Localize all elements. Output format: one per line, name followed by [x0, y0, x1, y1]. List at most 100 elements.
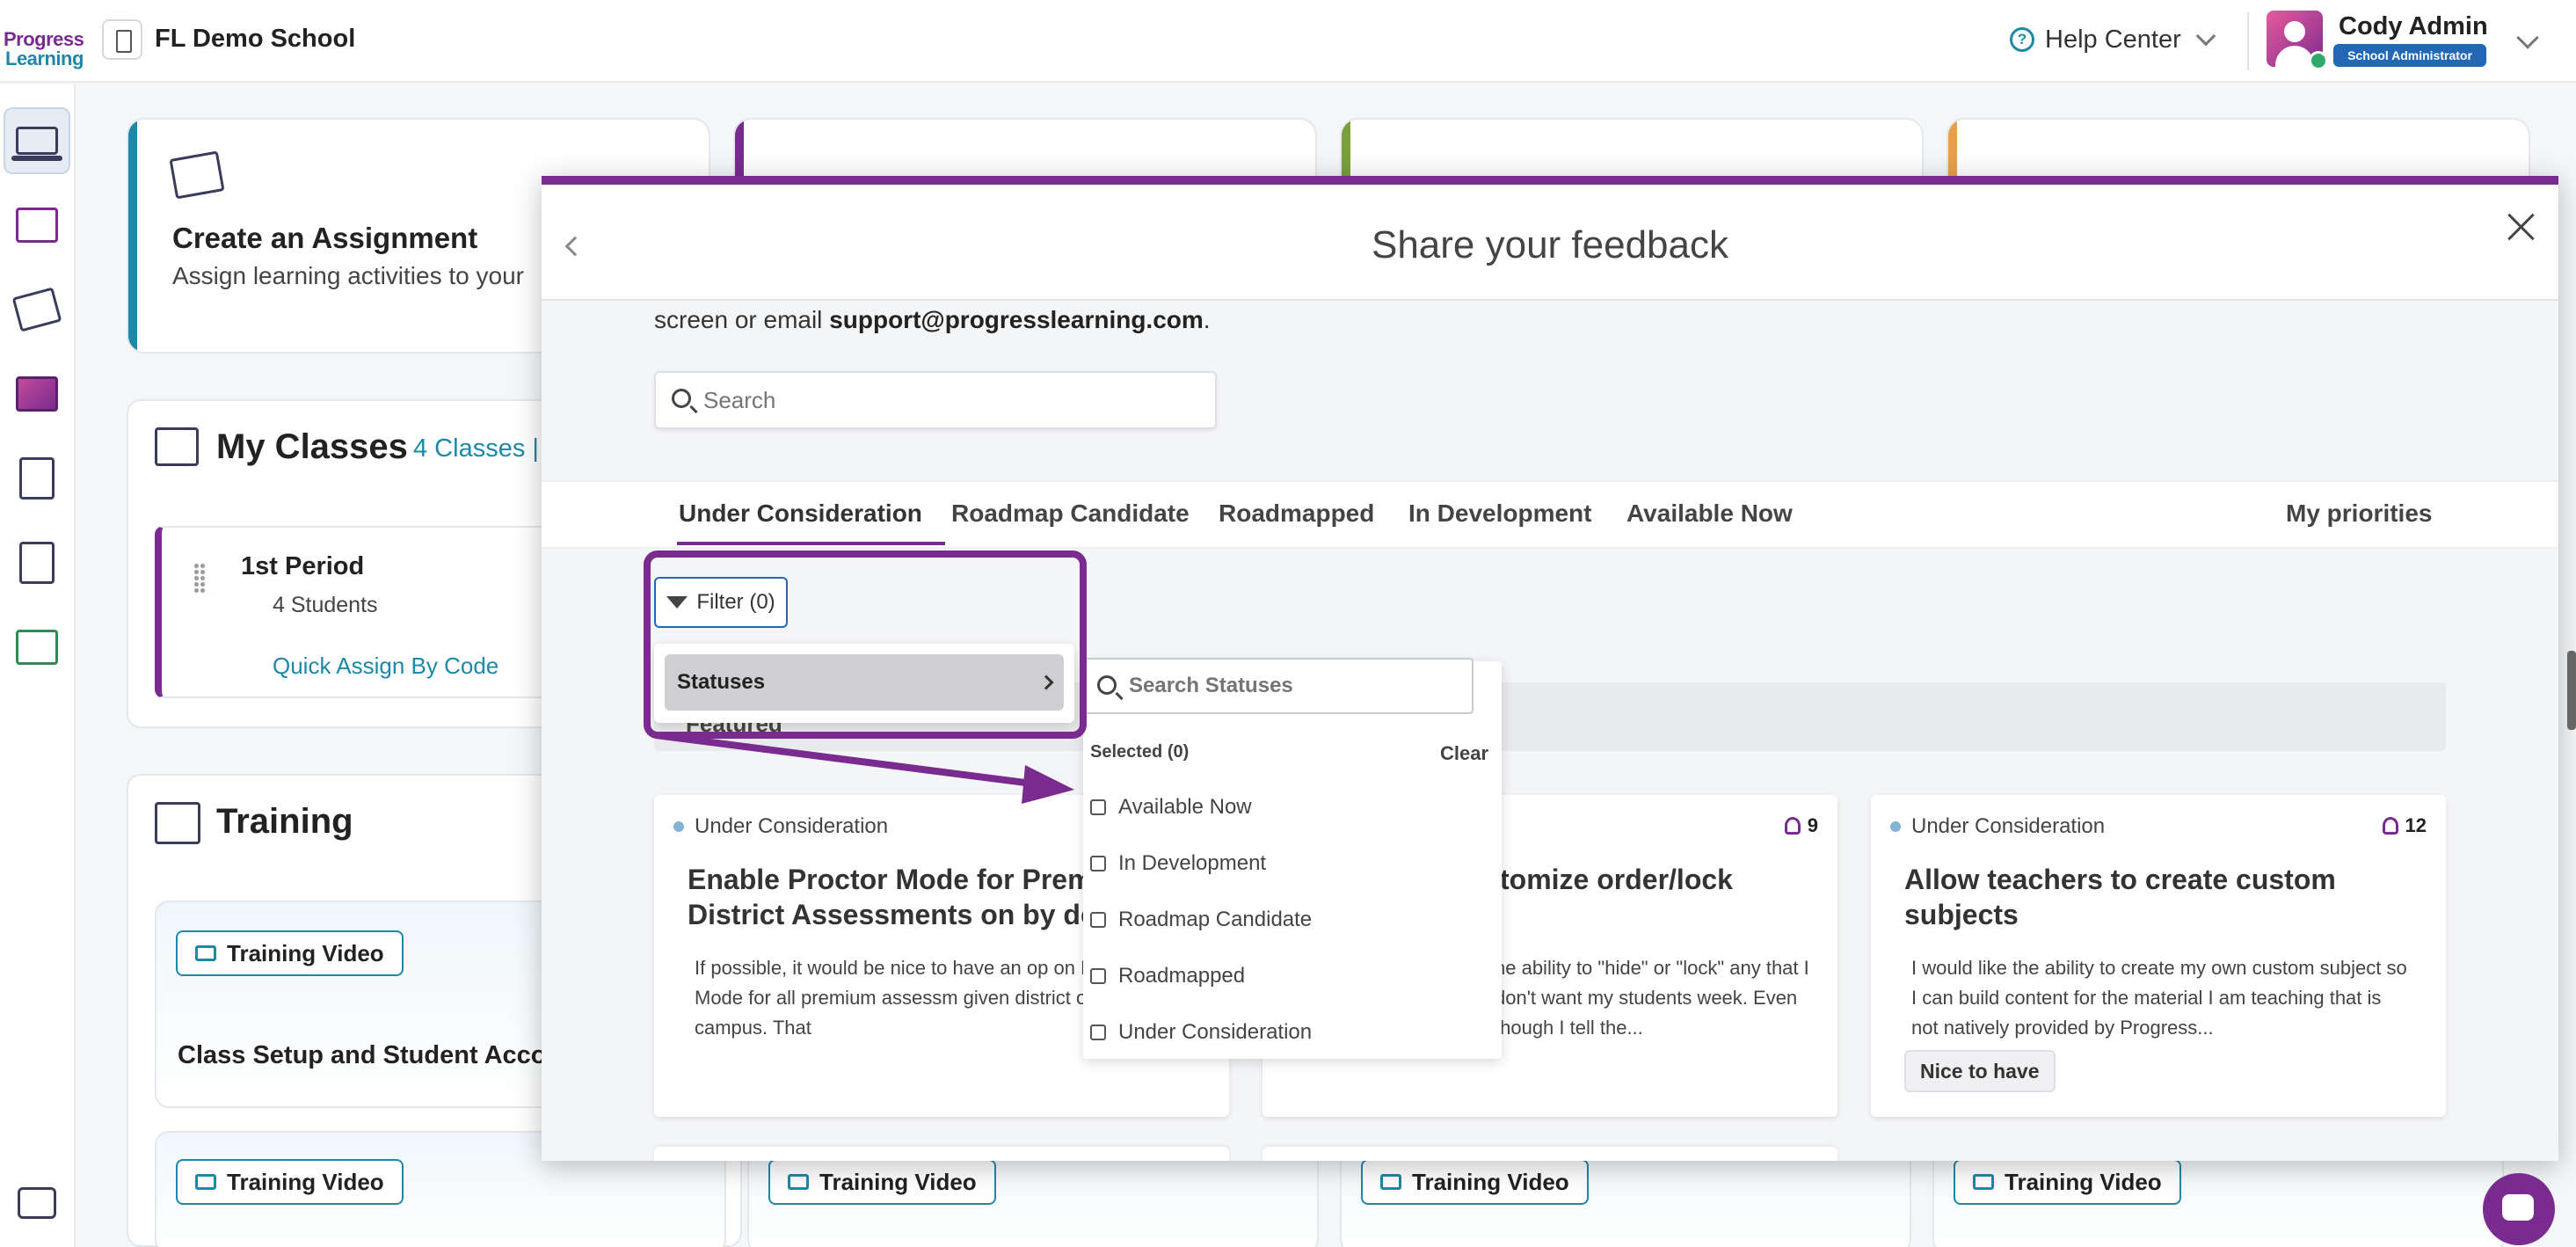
sidebar-item-assignments[interactable] [4, 276, 70, 343]
feedback-card[interactable] [1263, 1147, 1837, 1161]
progress-learning-logo[interactable]: Progress Learning [4, 12, 84, 69]
card-title[interactable]: tomize order/lock [1500, 862, 1816, 897]
vote-count: 12 [2405, 814, 2427, 836]
support-chat-button[interactable] [2483, 1173, 2555, 1245]
school-icon [16, 630, 58, 665]
option-label: Available Now [1118, 795, 1252, 819]
tab-roadmap-candidate[interactable]: Roadmap Candidate [951, 500, 1190, 528]
training-video-title[interactable]: Class Setup and Student Accou [178, 1041, 562, 1070]
clear-button[interactable]: Clear [1440, 742, 1488, 765]
training-video-badge: Training Video [1954, 1159, 2181, 1205]
checkbox[interactable] [1090, 912, 1106, 928]
option-label: Roadmap Candidate [1118, 908, 1313, 931]
laptop-icon [11, 127, 62, 161]
help-center-menu[interactable]: ? Help Center [2010, 21, 2216, 58]
vote-count: 9 [1807, 814, 1818, 836]
training-video-label: Training Video [227, 939, 384, 966]
school-building-icon [102, 19, 142, 60]
training-icon [155, 802, 200, 844]
card-votes: 9 [1784, 814, 1818, 837]
training-video-badge: Training Video [1361, 1159, 1589, 1205]
training-video-badge: Training Video [176, 930, 404, 976]
status-option-roadmap-candidate[interactable]: Roadmap Candidate [1090, 902, 1312, 937]
modal-title: Share your feedback [1371, 223, 1729, 266]
training-video-label: Training Video [819, 1168, 977, 1195]
checkbox[interactable] [1090, 1025, 1106, 1040]
user-menu-chevron-icon[interactable] [2516, 26, 2539, 49]
sidebar-item-training[interactable] [4, 529, 70, 596]
status-search[interactable] [1083, 658, 1474, 714]
search-input[interactable] [703, 382, 1196, 419]
paper-plane-icon [11, 287, 62, 332]
status-option-under-consideration[interactable]: Under Consideration [1090, 1015, 1312, 1050]
card-status-label: Under Consideration [1911, 814, 2106, 838]
sidebar-item-reports[interactable] [4, 445, 70, 512]
create-assignment-subtitle: Assign learning activities to your [172, 262, 524, 289]
training-icon [19, 542, 55, 584]
feedback-card[interactable]: Under Consideration 12 Allow teachers to… [1871, 795, 2446, 1117]
option-label: Under Consideration [1118, 1020, 1313, 1044]
help-question-icon: ? [2010, 27, 2034, 52]
user-name[interactable]: Cody Admin [2339, 12, 2488, 41]
my-classes-title: My Classes [216, 427, 408, 466]
option-label: In Development [1118, 851, 1267, 875]
search-icon [672, 389, 691, 408]
feedback-chat-icon[interactable] [18, 1187, 56, 1219]
school-name[interactable]: FL Demo School [155, 25, 355, 54]
training-video-label: Training Video [2005, 1168, 2162, 1195]
status-search-input[interactable] [1129, 668, 1463, 704]
checkbox[interactable] [1090, 968, 1106, 984]
video-camera-icon [1380, 1174, 1401, 1190]
card-description: I would like the ability to create my ow… [1911, 957, 2407, 1039]
intro-suffix: . [1203, 306, 1211, 333]
status-dot-icon [1890, 821, 1901, 832]
close-icon[interactable] [2504, 209, 2539, 244]
quick-assign-link[interactable]: Quick Assign By Code [241, 653, 498, 680]
status-option-available-now[interactable]: Available Now [1090, 790, 1252, 825]
card-status: Under Consideration [673, 814, 888, 839]
my-classes-count[interactable]: 4 Classes | [413, 434, 539, 463]
sidebar-item-classes[interactable] [4, 192, 70, 259]
sidebar-item-dashboard[interactable] [4, 107, 70, 174]
card-status: Under Consideration [1890, 814, 2105, 839]
sidebar-item-library[interactable] [4, 361, 70, 427]
report-icon [19, 457, 55, 500]
intro-text: screen or email support@progresslearning… [654, 306, 1211, 334]
card-description: he ability to "hide" or "lock" any that … [1495, 957, 1809, 1039]
checkbox[interactable] [1090, 799, 1106, 815]
highlight-box [644, 551, 1087, 739]
support-email-link[interactable]: support@progresslearning.com [829, 306, 1204, 333]
status-tabs: Under Consideration Roadmap Candidate Ro… [542, 480, 2558, 549]
search-icon [1097, 675, 1117, 695]
checkbox[interactable] [1090, 856, 1106, 871]
my-priorities-link[interactable]: My priorities [2286, 500, 2432, 528]
tab-available-now[interactable]: Available Now [1626, 500, 1793, 528]
training-title: Training [216, 802, 353, 841]
card-votes: 12 [2382, 814, 2427, 837]
priority-tag[interactable]: Nice to have [1904, 1050, 2056, 1092]
verified-check-icon [2309, 51, 2328, 70]
drag-handle-icon[interactable] [193, 563, 206, 594]
sidebar-item-school[interactable] [4, 614, 70, 681]
person-icon [2382, 817, 2398, 835]
tab-under-consideration[interactable]: Under Consideration [677, 500, 945, 545]
classroom-desk-icon [155, 427, 199, 466]
top-bar: Progress Learning FL Demo School ? Help … [0, 0, 2576, 83]
class-name[interactable]: 1st Period [241, 552, 364, 581]
intro-prefix: screen or email [654, 306, 830, 333]
card-title[interactable]: Allow teachers to create custom subjects [1904, 862, 2423, 932]
sidebar [0, 84, 76, 1247]
option-label: Roadmapped [1118, 964, 1246, 988]
scrollbar[interactable] [2567, 651, 2576, 730]
tab-in-development[interactable]: In Development [1408, 500, 1591, 528]
selected-count: Selected (0) [1090, 742, 1190, 762]
feedback-card[interactable] [654, 1147, 1229, 1161]
status-dot-icon [673, 821, 684, 832]
user-role-badge: School Administrator [2333, 44, 2486, 67]
status-option-in-development[interactable]: In Development [1090, 846, 1266, 881]
tab-roadmapped[interactable]: Roadmapped [1219, 500, 1374, 528]
feedback-search[interactable] [654, 371, 1217, 429]
status-option-roadmapped[interactable]: Roadmapped [1090, 959, 1245, 994]
training-video-badge: Training Video [176, 1159, 404, 1205]
folders-icon [16, 376, 58, 412]
